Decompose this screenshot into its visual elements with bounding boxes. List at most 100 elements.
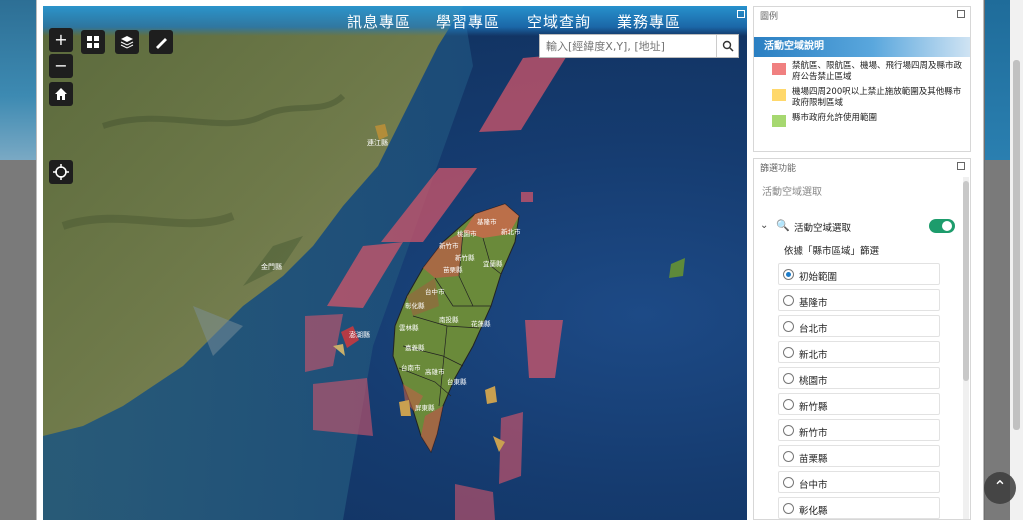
map-view[interactable]: 連江縣 金門縣 澎湖縣 基隆市 桃園市 新北市 新竹市 新竹縣 苗栗縣 宜蘭縣 … [43,6,747,520]
search-box [539,34,739,58]
label-kaohsiung: 高雄市 [425,368,445,376]
search-icon [722,40,734,52]
county-option[interactable]: 新北市 [778,341,940,363]
measure-icon[interactable] [149,30,173,54]
label-taichung: 台中市 [425,288,445,296]
label-taoyuan: 桃園市 [457,230,477,238]
label-yunlin: 雲林縣 [399,324,419,332]
search-input[interactable] [540,35,716,57]
chevron-down-icon[interactable]: ⌄ [760,220,768,231]
nav-item-business[interactable]: 業務專區 [617,11,681,32]
legend-swatch-green [772,115,786,127]
label-keelung: 基隆市 [477,218,497,226]
legend-header: 圖例 [754,7,970,23]
legend-panel: 圖例 活動空域說明 禁航區、限航區、機場、飛行場四周及縣市政府公告禁止區域 機場… [753,6,971,152]
county-option[interactable]: 苗栗縣 [778,445,940,467]
option-label: 台中市 [799,480,828,491]
legend-header-label: 圖例 [760,12,779,22]
background-overlay-left [0,160,40,520]
zoom-in-button[interactable]: + [49,28,73,52]
radio-icon[interactable] [783,295,794,306]
radio-icon[interactable] [783,321,794,332]
map-maximize-icon[interactable] [737,10,745,18]
label-tainan: 台南市 [401,364,421,372]
basemap-gallery-icon[interactable] [81,30,105,54]
search-icon: 🔍 [776,219,790,232]
filter-scrollbar-thumb[interactable] [963,181,969,381]
nav-item-learning[interactable]: 學習專區 [436,11,500,32]
radio-icon[interactable] [783,373,794,384]
filter-toggle-row[interactable]: ⌄ 🔍 活動空域選取 [754,217,960,237]
legend-item-text: 縣市政府允許使用範圍 [792,113,878,123]
label-chiayi: 嘉義縣 [405,344,425,352]
option-label: 桃園市 [799,376,828,387]
radio-icon[interactable] [783,477,794,488]
legend-maximize-icon[interactable] [957,10,965,18]
filter-toggle-label: 活動空域選取 [794,223,852,234]
label-hsinchu-city: 新竹市 [439,242,459,250]
county-option[interactable]: 基隆市 [778,289,940,311]
legend-item-text: 機場四周200呎以上禁止施放範圍及其他縣市政府限制區域 [792,87,962,108]
label-nantou: 南投縣 [439,316,459,324]
county-option[interactable]: 台中市 [778,471,940,493]
county-option[interactable]: 桃園市 [778,367,940,389]
option-label: 新北市 [799,350,828,361]
county-option[interactable]: 新竹縣 [778,393,940,415]
label-penghu: 澎湖縣 [349,331,370,339]
nav-item-airspace[interactable]: 空域查詢 [527,11,591,32]
layers-icon[interactable] [115,30,139,54]
option-label: 新竹市 [799,428,828,439]
option-label: 苗栗縣 [799,454,828,465]
label-changhua: 彰化縣 [405,302,425,310]
scroll-to-top-button[interactable]: ⌃ [984,472,1016,504]
filter-by-label: 依據「縣市區域」篩選 [784,246,880,257]
map-terrain [43,6,685,520]
search-button[interactable] [716,35,738,57]
filter-scrollbar[interactable] [963,177,969,519]
filter-panel: 篩選功能 活動空域選取 ⌄ 🔍 活動空域選取 依據「縣市區域」篩選 初始範圍 基… [753,158,971,520]
locate-icon[interactable] [49,160,73,184]
county-option[interactable]: 新竹市 [778,419,940,441]
label-pingtung: 屏東縣 [415,404,435,412]
radio-icon[interactable] [783,503,794,514]
county-option[interactable]: 彰化縣 [778,497,940,519]
label-hualien: 花蓮縣 [471,320,491,328]
filter-subtitle: 活動空域選取 [762,187,822,198]
option-label: 初始範圍 [799,272,838,283]
legend-item-restricted: 禁航區、限航區、機場、飛行場四周及縣市政府公告禁止區域 [772,61,968,85]
label-yilan: 宜蘭縣 [483,260,503,268]
option-label: 基隆市 [799,298,828,309]
legend-item-limited: 機場四周200呎以上禁止施放範圍及其他縣市政府限制區域 [772,87,968,111]
legend-swatch-red [772,63,786,75]
toggle-knob [942,221,952,231]
filter-toggle-switch[interactable] [929,219,955,233]
county-option[interactable]: 初始範圍 [778,263,940,285]
option-label: 新竹縣 [799,402,828,413]
filter-header-label: 篩選功能 [760,164,797,174]
filter-maximize-icon[interactable] [957,162,965,170]
radio-icon[interactable] [783,451,794,462]
option-label: 彰化縣 [799,506,828,517]
radio-icon[interactable] [783,399,794,410]
home-icon[interactable] [49,82,73,106]
map-modal: 連江縣 金門縣 澎湖縣 基隆市 桃園市 新北市 新竹市 新竹縣 苗栗縣 宜蘭縣 … [36,0,984,520]
radio-icon[interactable] [783,347,794,358]
label-lianjiang: 連江縣 [367,139,388,147]
label-hsinchu-county: 新竹縣 [455,254,475,262]
legend-title: 活動空域說明 [754,37,970,57]
nav-item-news[interactable]: 訊息專區 [347,11,411,32]
legend-item-allowed: 縣市政府允許使用範圍 [772,113,968,127]
radio-icon[interactable] [783,425,794,436]
page-scrollbar[interactable] [1010,0,1023,520]
label-miaoli: 苗栗縣 [443,266,463,274]
zoom-out-button[interactable]: − [49,54,73,78]
county-option[interactable]: 台北市 [778,315,940,337]
filter-header: 篩選功能 [754,159,970,175]
legend-item-text: 禁航區、限航區、機場、飛行場四周及縣市政府公告禁止區域 [792,61,963,82]
background-banner-left [0,0,40,160]
option-label: 台北市 [799,324,828,335]
page-scrollbar-thumb[interactable] [1013,60,1020,430]
radio-icon[interactable] [783,269,794,280]
label-taitung: 台東縣 [447,378,467,386]
label-newtaipei: 新北市 [501,228,521,236]
